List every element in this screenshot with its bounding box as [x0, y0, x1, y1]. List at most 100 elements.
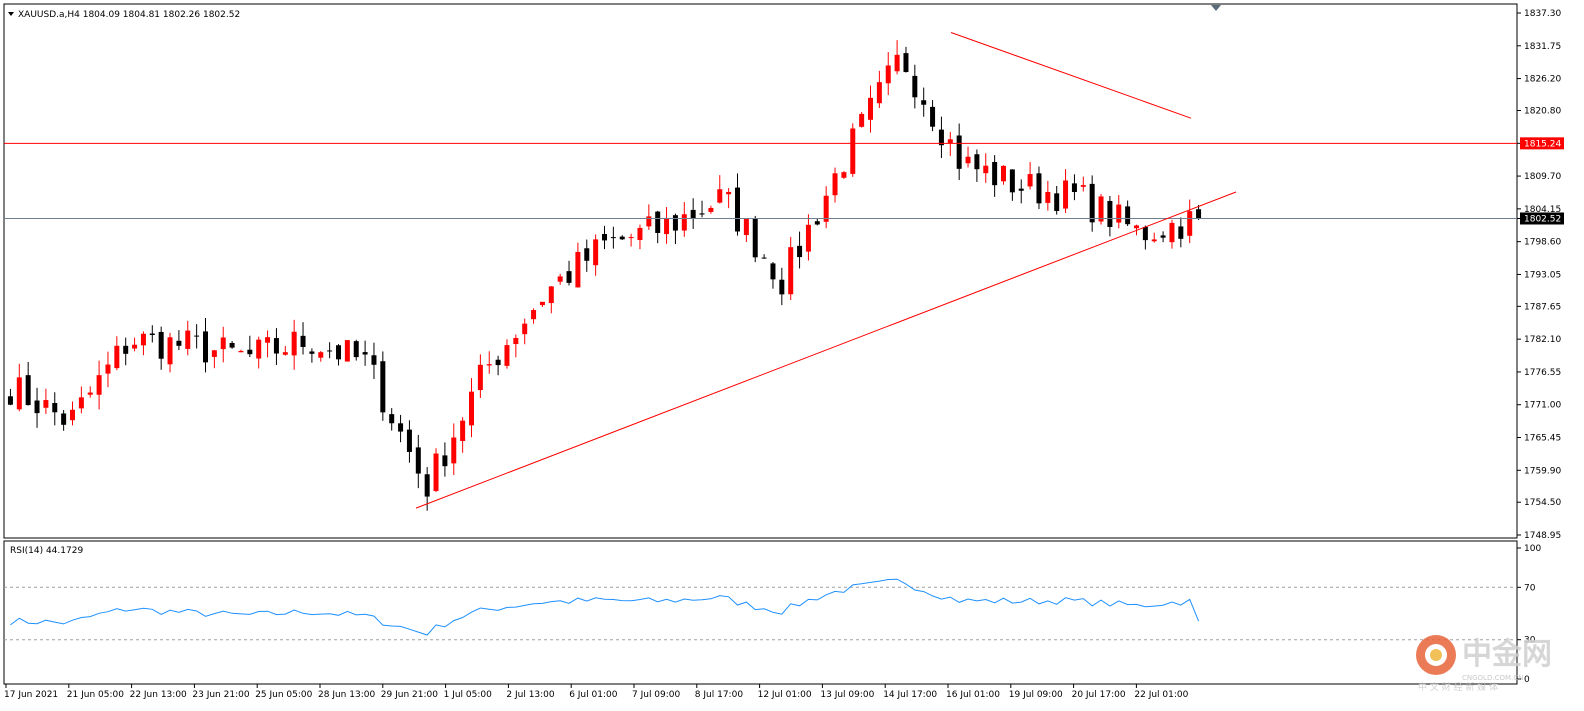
candle-body	[1098, 196, 1104, 222]
candle-body	[167, 337, 173, 365]
price-tick-label: 1809.70	[1524, 172, 1561, 182]
time-tick-label: 29 Jun 21:00	[381, 690, 438, 700]
candle-body	[327, 350, 333, 352]
candle-body	[593, 239, 599, 266]
candle	[752, 215, 758, 263]
candle-body	[1160, 235, 1166, 238]
candle-body	[220, 337, 226, 350]
price-tick-label: 1802.52	[1524, 214, 1561, 224]
candle-body	[380, 361, 386, 413]
price-tick-label: 1748.95	[1524, 531, 1561, 541]
candle-body	[87, 392, 93, 395]
candle-body	[1107, 200, 1113, 227]
candle-body	[531, 310, 537, 320]
candle-body	[96, 375, 102, 395]
watermark: 中金网 CNGOLD.COM.CN 中 文 财 经 新 媒 体	[1416, 635, 1552, 693]
candle-body	[610, 237, 616, 239]
candle-body	[158, 331, 164, 359]
time-tick-label: 6 Jul 01:00	[569, 690, 618, 700]
candle-body	[912, 75, 918, 98]
price-axis: 1837.30 1831.75 1826.20 1820.80 1815.24 1809.…	[1517, 9, 1564, 541]
candle-body	[823, 195, 829, 222]
time-tick-label: 21 Jun 05:00	[67, 690, 124, 700]
candle-body	[903, 53, 909, 73]
time-tick-label: 22 Jul 01:00	[1134, 690, 1188, 700]
candle	[850, 123, 856, 177]
time-tick-label: 8 Jul 17:00	[695, 690, 744, 700]
candle-body	[1116, 204, 1122, 223]
price-tick-label: 1793.05	[1524, 270, 1561, 280]
candle-body	[256, 339, 262, 359]
time-axis: 17 Jun 2021 21 Jun 05:00 22 Jun 13:00 23 Ju…	[4, 684, 1189, 700]
candle-body	[1125, 206, 1131, 225]
candle-body	[876, 82, 882, 104]
candle-body	[291, 331, 297, 356]
candle-body	[779, 279, 785, 295]
candle-body	[1169, 222, 1175, 243]
price-tick-label: 1759.90	[1524, 466, 1561, 476]
time-tick-label: 28 Jun 13:00	[318, 690, 375, 700]
rsi-tick-label: 0	[1524, 675, 1530, 685]
candle-body	[1089, 183, 1095, 223]
candle-body	[238, 350, 244, 353]
candle-body	[708, 207, 714, 212]
price-tick-label: 1787.65	[1524, 302, 1561, 312]
main-panel[interactable]	[3, 3, 1518, 539]
candle-body	[930, 106, 936, 127]
price-tick-label: 1782.10	[1524, 335, 1561, 345]
candle-body	[442, 455, 448, 467]
candle-body	[203, 331, 208, 363]
time-tick-label: 16 Jul 01:00	[946, 690, 1000, 700]
time-tick-label: 13 Jul 09:00	[820, 690, 874, 700]
candle-body	[699, 213, 705, 215]
candle-body	[805, 224, 811, 252]
candle-body	[1036, 173, 1042, 204]
candle-body	[495, 359, 501, 366]
candle-body	[132, 344, 138, 349]
candle-body	[539, 301, 545, 306]
watermark-title: 中金网	[1462, 637, 1552, 672]
candle-body	[1071, 183, 1077, 193]
candle-body	[282, 352, 288, 355]
candle-body	[114, 345, 120, 369]
price-tick-label: 1826.20	[1524, 75, 1561, 85]
candle	[433, 448, 439, 493]
candle-body	[868, 97, 873, 120]
candle-body	[211, 350, 217, 357]
symbol-header: XAUUSD.a,H4 1804.09 1804.81 1802.26 1802…	[18, 10, 240, 20]
candle-body	[859, 113, 865, 127]
price-tick-label: 1837.30	[1524, 9, 1561, 19]
rsi-label: RSI(14) 44.1729	[10, 546, 83, 556]
candle-body	[424, 474, 430, 497]
candle-body	[992, 161, 998, 186]
candle-body	[371, 355, 377, 365]
candle-body	[788, 247, 794, 295]
candle-body	[974, 154, 980, 170]
candle-body	[557, 276, 563, 282]
candle-body	[548, 286, 554, 304]
candle-body	[486, 364, 492, 366]
candle-body	[619, 236, 625, 240]
candle-body	[752, 218, 758, 258]
candle-body	[309, 351, 315, 354]
candle-body	[433, 453, 439, 491]
candle-body	[1187, 211, 1193, 236]
candle-body	[947, 139, 953, 144]
candle	[1098, 194, 1104, 225]
candle-body	[885, 65, 891, 84]
rsi-tick-label: 70	[1524, 583, 1536, 593]
candle-body	[362, 352, 368, 355]
price-tick-label: 1765.45	[1524, 434, 1561, 444]
rsi-panel[interactable]	[3, 540, 1518, 685]
candle-body	[726, 191, 732, 195]
candle	[344, 340, 350, 362]
time-tick-label: 19 Jul 09:00	[1009, 690, 1063, 700]
time-tick-label: 2 Jul 13:00	[506, 690, 555, 700]
candle-body	[247, 349, 253, 355]
candle-body	[566, 271, 572, 283]
candle-body	[229, 342, 235, 348]
candle	[380, 351, 386, 421]
candle-body	[655, 211, 661, 233]
time-tick-label: 20 Jul 17:00	[1072, 690, 1126, 700]
candle-body	[690, 209, 696, 219]
